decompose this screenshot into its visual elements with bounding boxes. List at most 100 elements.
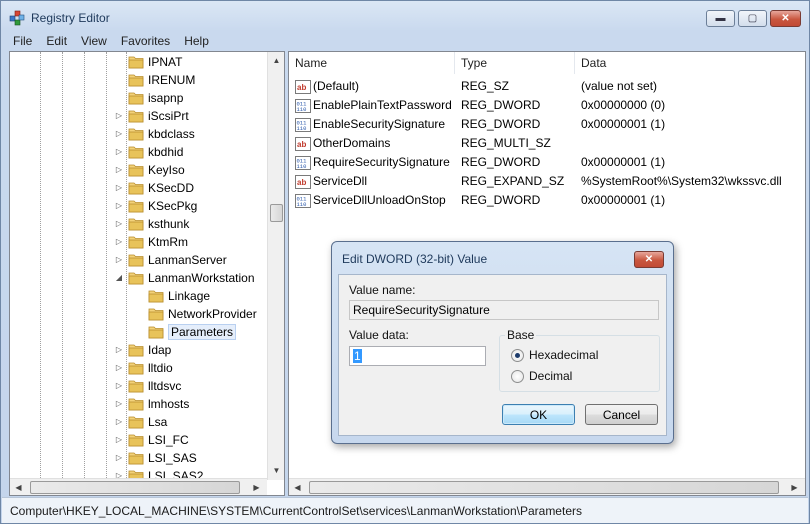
tree-guide-line [62,52,63,480]
list-horizontal-scrollbar[interactable]: ◀ ▶ [289,478,805,495]
value-row[interactable]: ab (Default) REG_SZ (value not set) [289,77,789,96]
expand-arrow-icon[interactable]: ▷ [114,417,124,427]
tree-item[interactable]: KSecPkg [128,197,197,215]
minimize-button[interactable]: ▬ [706,10,735,27]
tree-item[interactable]: lmhosts [128,395,189,413]
tree-item[interactable]: IRENUM [128,71,195,89]
tree-item[interactable]: lltdio [128,359,173,377]
expand-arrow-icon[interactable]: ▷ [114,381,124,391]
collapse-arrow-icon[interactable]: ◢ [114,273,124,283]
menu-file[interactable]: File [6,34,39,48]
value-row[interactable]: 011 110 RequireSecuritySignature REG_DWORD 0… [289,153,789,172]
tree-item[interactable]: Parameters [148,323,237,341]
tree-scroll-thumb[interactable] [270,204,283,222]
tree-guide-line [84,52,85,480]
tree-item[interactable]: ksthunk [128,215,189,233]
menu-favorites[interactable]: Favorites [114,34,177,48]
folder-icon [148,289,164,303]
expand-arrow-icon[interactable]: ▷ [114,453,124,463]
tree-hscroll-thumb[interactable] [30,481,240,494]
scroll-up-icon[interactable]: ▲ [268,52,285,69]
column-header-type[interactable]: Type [455,52,575,74]
value-row[interactable]: 011 110 EnablePlainTextPassword REG_DWORD 0x… [289,96,789,115]
hexadecimal-label[interactable]: Hexadecimal [529,348,598,362]
minimize-icon: ▬ [715,13,726,24]
tree-item[interactable]: lltdsvc [128,377,181,395]
value-row[interactable]: 011 110 ServiceDllUnloadOnStop REG_DWORD 0x0… [289,191,789,210]
tree-item[interactable]: LanmanWorkstation [128,269,255,287]
expand-arrow-icon[interactable]: ▷ [114,201,124,211]
tree-item[interactable]: KSecDD [128,179,194,197]
expand-arrow-icon[interactable]: ▷ [114,255,124,265]
scroll-right-icon[interactable]: ▶ [786,479,803,496]
list-hscroll-thumb[interactable] [309,481,779,494]
expand-arrow-icon[interactable]: ▷ [114,219,124,229]
tree-item[interactable]: KeyIso [128,161,185,179]
tree-item[interactable]: Linkage [148,287,210,305]
title-bar[interactable]: Registry Editor ▬ ▢ ✕ [1,1,809,31]
dialog-close-button[interactable]: ✕ [634,251,664,268]
expand-arrow-icon[interactable]: ▷ [114,363,124,373]
tree-item[interactable]: LanmanServer [128,251,227,269]
svg-text:110: 110 [297,125,307,132]
value-data-field[interactable]: 1 [349,346,486,366]
tree-item[interactable]: LSI_SAS [128,449,197,467]
scroll-down-icon[interactable]: ▼ [268,462,285,479]
menu-help[interactable]: Help [177,34,216,48]
folder-icon [128,343,144,357]
column-header-data[interactable]: Data [575,52,805,74]
expand-arrow-icon[interactable]: ▷ [114,129,124,139]
value-data-text: 1 [353,349,362,363]
tree-item-label: LanmanServer [148,253,227,267]
expand-arrow-icon[interactable]: ▷ [114,165,124,175]
menu-edit[interactable]: Edit [39,34,74,48]
tree-item[interactable]: LSI_FC [128,431,189,449]
value-type: REG_EXPAND_SZ [461,174,565,188]
cancel-button[interactable]: Cancel [585,404,658,425]
scroll-right-icon[interactable]: ▶ [248,479,265,496]
tree-item[interactable]: NetworkProvider [148,305,257,323]
decimal-label[interactable]: Decimal [529,369,572,383]
menu-view[interactable]: View [74,34,114,48]
tree-item[interactable]: iScsiPrt [128,107,189,125]
tree-horizontal-scrollbar[interactable]: ◀ ▶ [10,478,267,495]
key-tree-pane[interactable]: IPNAT IRENUM isapnp iScsiPrt ▷ kbdclass ▷ kbdhi… [9,51,285,496]
scroll-left-icon[interactable]: ◀ [289,479,306,496]
dialog-body: Value name: RequireSecuritySignature Val… [338,274,667,436]
tree-item-label: KSecPkg [148,199,198,213]
string-value-icon: ab [295,174,311,190]
value-row[interactable]: ab OtherDomains REG_MULTI_SZ [289,134,789,153]
decimal-radio[interactable] [511,370,524,383]
tree-item[interactable]: Idap [128,341,171,359]
tree-item[interactable]: IPNAT [128,53,182,71]
tree-item-label: LSI_SAS [148,451,197,465]
tree-item[interactable]: Lsa [128,413,167,431]
value-data: 0x00000000 (0) [581,98,666,112]
maximize-button[interactable]: ▢ [738,10,767,27]
svg-text:ab: ab [297,178,306,187]
expand-arrow-icon[interactable]: ▷ [114,111,124,121]
value-row[interactable]: 011 110 EnableSecuritySignature REG_DWORD 0x… [289,115,789,134]
tree-item[interactable]: kbdclass [128,125,195,143]
tree-item[interactable]: KtmRm [128,233,188,251]
value-type: REG_DWORD [461,117,541,131]
tree-item[interactable]: isapnp [128,89,183,107]
folder-icon [128,199,144,213]
expand-arrow-icon[interactable]: ▷ [114,345,124,355]
expand-arrow-icon[interactable]: ▷ [114,147,124,157]
close-button[interactable]: ✕ [770,10,801,27]
expand-arrow-icon[interactable]: ▷ [114,399,124,409]
value-name-field[interactable]: RequireSecuritySignature [349,300,659,320]
expand-arrow-icon[interactable]: ▷ [114,183,124,193]
tree-item[interactable]: kbdhid [128,143,183,161]
scroll-left-icon[interactable]: ◀ [10,479,27,496]
value-name: EnableSecuritySignature [313,117,446,131]
expand-arrow-icon[interactable]: ▷ [114,237,124,247]
tree-vertical-scrollbar[interactable]: ▲ ▼ [267,52,284,480]
column-header-name[interactable]: Name [289,52,455,74]
expand-arrow-icon[interactable]: ▷ [114,435,124,445]
tree-item-label: ksthunk [148,217,190,231]
hexadecimal-radio[interactable] [511,349,524,362]
value-row[interactable]: ab ServiceDll REG_EXPAND_SZ %SystemRoot%\Sy… [289,172,789,191]
ok-button[interactable]: OK [502,404,575,425]
